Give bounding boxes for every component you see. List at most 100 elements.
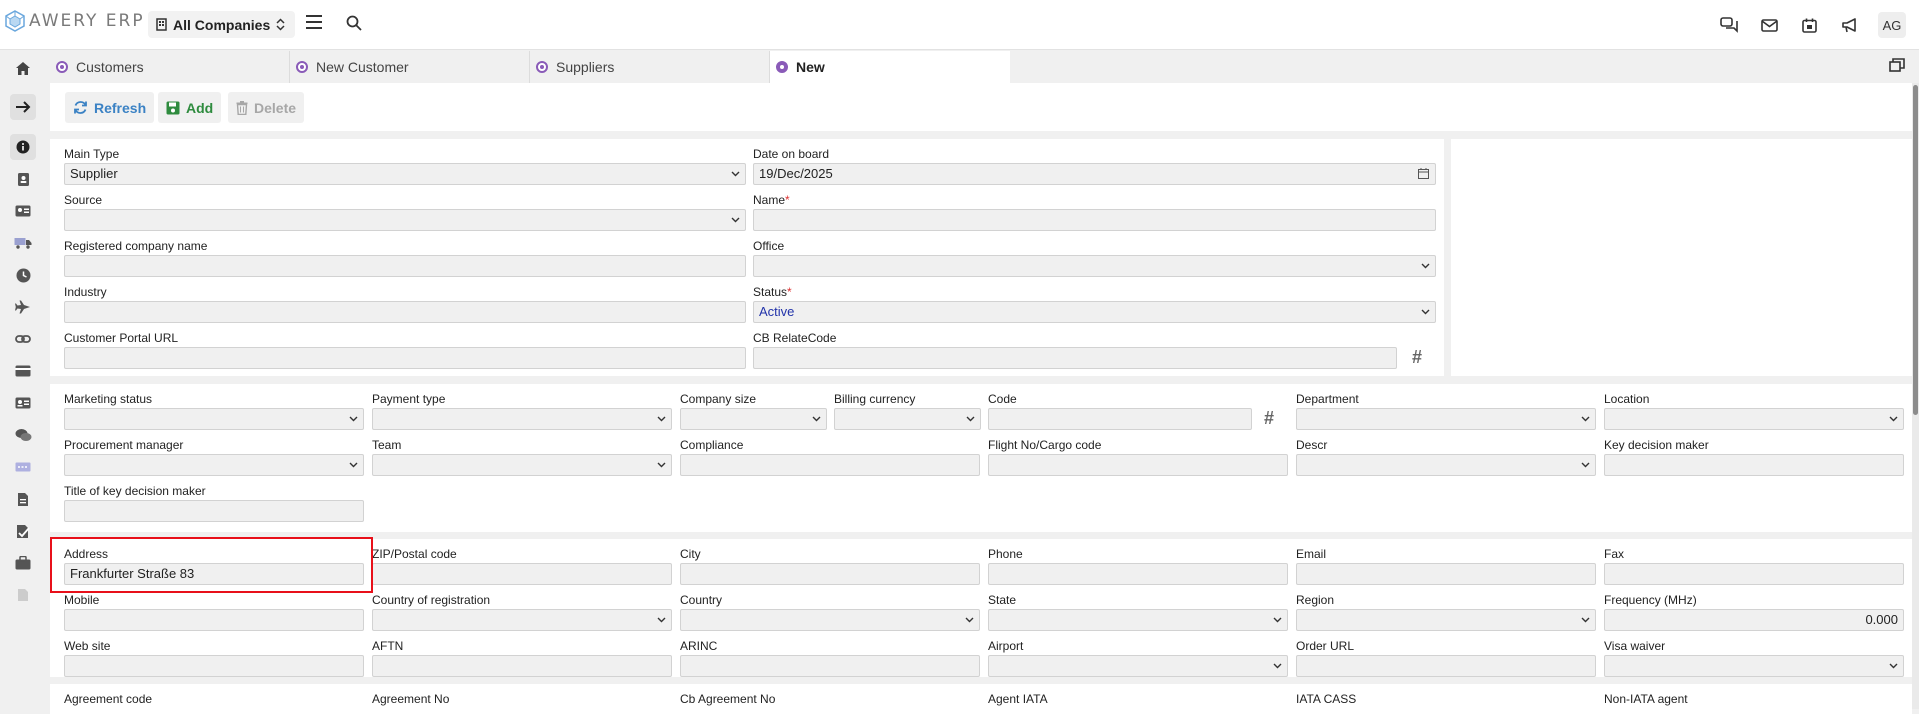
address-section: Address Frankfurter Straße 83 ZIP/Postal… [50,539,1912,677]
megaphone-icon[interactable] [1838,14,1860,36]
key-decision-maker-label: Key decision maker [1604,438,1709,452]
payment-type-select[interactable] [372,408,672,430]
fax-input[interactable] [1604,563,1904,585]
non-iata-agent-label: Non-IATA agent [1604,692,1688,706]
calendar-icon[interactable] [1798,14,1820,36]
marketing-status-select[interactable] [64,408,364,430]
hash-icon[interactable]: # [1264,408,1274,429]
company-size-select[interactable] [680,408,827,430]
compliance-input[interactable] [680,454,980,476]
add-button[interactable]: Add [158,92,222,123]
billing-currency-label: Billing currency [834,392,916,406]
email-label: Email [1296,547,1327,561]
comments-icon[interactable] [10,422,36,448]
windows-icon[interactable] [1889,58,1905,72]
scrollbar-thumb[interactable] [1913,85,1918,415]
user-avatar[interactable]: AG [1878,12,1906,38]
location-field: Location [1604,392,1904,430]
country-of-registration-select[interactable] [372,609,672,631]
aftn-input[interactable] [372,655,672,677]
cb-relatecode-input[interactable] [753,347,1397,369]
mobile-input[interactable] [64,609,364,631]
compliance-field: Compliance [680,438,980,476]
date-on-board-input[interactable]: 19/Dec/2025 [753,163,1436,185]
department-select[interactable] [1296,408,1596,430]
location-select[interactable] [1604,408,1904,430]
mail-icon[interactable] [1758,14,1780,36]
key-decision-maker-input[interactable] [1604,454,1904,476]
country-select[interactable] [680,609,980,631]
tab-new-customer[interactable]: New Customer [290,51,530,83]
visa-waiver-select[interactable] [1604,655,1904,677]
credit-card-icon[interactable] [10,358,36,384]
title-key-decision-maker-input[interactable] [64,500,364,522]
status-select[interactable]: Active [753,301,1436,323]
tab-customers[interactable]: Customers [50,51,290,83]
file-icon[interactable] [10,582,36,608]
region-select[interactable] [1296,609,1596,631]
procurement-manager-select[interactable] [64,454,364,476]
office-select[interactable] [753,255,1436,277]
scrollbar[interactable] [1912,83,1919,709]
tab-suppliers[interactable]: Suppliers [530,51,770,83]
chevron-down-icon [349,416,358,422]
company-size-field: Company size [680,392,827,430]
chat-icon[interactable] [1718,14,1740,36]
signature-icon[interactable] [10,518,36,544]
state-select[interactable] [988,609,1288,631]
contact-book-icon[interactable] [10,166,36,192]
flight-no-input[interactable] [988,454,1288,476]
home-icon[interactable] [10,55,36,81]
billing-currency-select[interactable] [834,408,981,430]
truck-icon[interactable] [10,230,36,256]
team-select[interactable] [372,454,672,476]
address-card-icon[interactable] [10,390,36,416]
descr-select[interactable] [1296,454,1596,476]
tab-new[interactable]: New [770,51,1010,83]
chevron-down-icon [1889,663,1898,669]
search-icon[interactable] [346,15,362,31]
info-icon[interactable] [10,134,36,160]
briefcase-icon[interactable] [10,550,36,576]
calendar-icon[interactable] [1418,168,1429,179]
industry-input[interactable] [64,301,746,323]
city-input[interactable] [680,563,980,585]
email-input[interactable] [1296,563,1596,585]
trash-icon [236,100,248,115]
agreement-code-label: Agreement code [64,692,153,706]
source-select[interactable] [64,209,746,231]
link-icon[interactable] [10,326,36,352]
region-label: Region [1296,593,1335,607]
registered-company-name-input[interactable] [64,255,746,277]
name-input[interactable] [753,209,1436,231]
office-label: Office [753,239,785,253]
document-icon[interactable] [10,486,36,512]
company-size-label: Company size [680,392,757,406]
frequency-input[interactable]: 0.000 [1604,609,1904,631]
refresh-button[interactable]: Refresh [65,92,155,123]
airport-select[interactable] [988,655,1288,677]
hash-icon[interactable]: # [1412,347,1422,368]
clock-icon[interactable] [10,262,36,288]
address-input[interactable]: Frankfurter Straße 83 [64,563,364,585]
menu-icon[interactable] [306,15,322,29]
id-card-icon[interactable] [10,198,36,224]
delete-button[interactable]: Delete [228,92,305,123]
customer-portal-url-input[interactable] [64,347,746,369]
address-field: Address Frankfurter Straße 83 [64,547,364,585]
website-field: Web site [64,639,364,677]
order-url-input[interactable] [1296,655,1596,677]
arinc-input[interactable] [680,655,980,677]
code-input[interactable] [988,408,1252,430]
zip-input[interactable] [372,563,672,585]
phone-label: Phone [988,547,1023,561]
main-type-select[interactable]: Supplier [64,163,746,185]
website-input[interactable] [64,655,364,677]
plane-icon[interactable] [10,294,36,320]
arrow-right-icon[interactable] [10,94,36,120]
company-select[interactable]: All Companies [148,11,296,38]
app-logo[interactable]: AWERY ERP [4,10,145,32]
hexagon-icon [536,61,548,73]
phone-input[interactable] [988,563,1288,585]
ticket-icon[interactable] [10,454,36,480]
